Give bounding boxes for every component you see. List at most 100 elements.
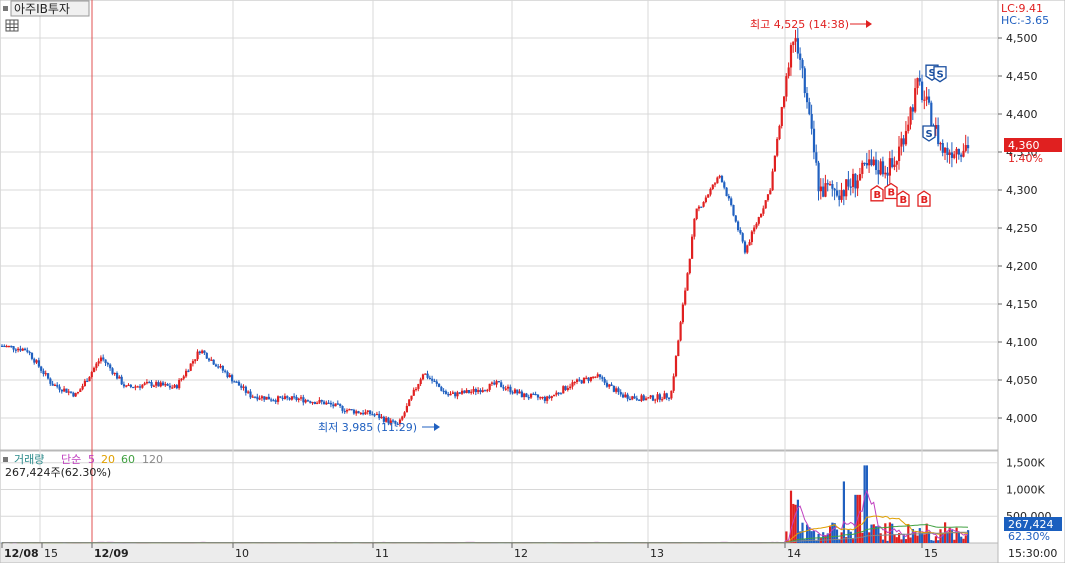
legend-ma20: 20 xyxy=(101,453,115,466)
candle-body xyxy=(904,131,908,145)
buy-signal-icon[interactable]: B xyxy=(896,190,910,207)
candle-body xyxy=(628,398,632,401)
volume-bar xyxy=(957,532,960,543)
candle-body xyxy=(532,393,535,395)
volume-tick-label: 1,000K xyxy=(1006,483,1045,496)
candle-body xyxy=(847,179,850,187)
candle-body xyxy=(594,376,597,378)
sell-signal-icon[interactable]: S xyxy=(933,66,947,83)
candle-body xyxy=(251,396,254,398)
candle-body xyxy=(927,96,931,103)
volume-collapse-icon[interactable] xyxy=(3,457,8,462)
candle-body xyxy=(274,400,277,402)
sell-signal-icon[interactable]: S xyxy=(922,125,936,142)
candle-body xyxy=(500,382,503,388)
candle-body xyxy=(587,377,590,381)
volume-bar xyxy=(939,529,942,543)
candle-body xyxy=(281,397,284,399)
candle-body xyxy=(865,162,868,166)
candle-body xyxy=(219,365,222,368)
candle-body xyxy=(668,397,671,399)
candle-body xyxy=(578,379,581,381)
volume-bar xyxy=(923,534,926,543)
candle-body xyxy=(817,162,820,192)
candle-body xyxy=(242,386,245,388)
candle-body xyxy=(472,388,475,392)
candle-body xyxy=(240,385,243,388)
buy-signal-icon[interactable]: B xyxy=(917,190,931,207)
volume-bar xyxy=(852,539,855,543)
candle-body xyxy=(730,198,733,206)
candle-body xyxy=(33,358,36,363)
candle-body xyxy=(838,195,841,200)
high-label: 최고 4,525 (14:38) xyxy=(750,18,849,31)
candle-body xyxy=(118,376,121,379)
candle-body xyxy=(95,363,98,368)
candle-body xyxy=(875,159,878,170)
candle-body xyxy=(626,394,629,399)
volume-bar xyxy=(872,524,875,543)
candle-body xyxy=(854,173,857,189)
candle-body xyxy=(764,200,767,209)
candle-body xyxy=(569,386,572,389)
hc-label: HC:-3.65 xyxy=(1001,14,1049,27)
candle-body xyxy=(256,396,259,400)
x-tick-label: 12/09 xyxy=(94,547,129,560)
candle-body xyxy=(136,386,139,388)
candle-body xyxy=(808,102,811,114)
candle-body xyxy=(794,38,797,42)
candle-body xyxy=(421,374,425,380)
buy-signal-icon[interactable]: B xyxy=(870,185,884,202)
candle-body xyxy=(543,396,546,401)
change-percent: 1.40% xyxy=(1008,152,1043,165)
candle-body xyxy=(911,107,914,112)
candle-body xyxy=(205,352,208,359)
candle-body xyxy=(921,81,924,101)
volume-bar xyxy=(921,532,924,543)
candle-body xyxy=(341,406,344,411)
candle-body xyxy=(647,397,650,399)
candle-body xyxy=(686,273,689,291)
candle-body xyxy=(520,391,523,398)
table-icon[interactable] xyxy=(5,19,19,32)
candle-body xyxy=(831,183,834,189)
candle-body xyxy=(493,382,496,385)
candle-body xyxy=(428,377,431,380)
candle-body xyxy=(513,389,517,393)
candle-body xyxy=(870,159,873,166)
candle-body xyxy=(56,384,59,387)
candle-body xyxy=(76,392,80,394)
candle-body xyxy=(608,384,611,387)
candle-body xyxy=(743,241,747,253)
buy-signal-icon[interactable]: B xyxy=(884,182,898,200)
candle-body xyxy=(375,413,379,416)
candle-body xyxy=(877,169,880,175)
candle-body xyxy=(14,349,17,351)
x-tick-label: 13 xyxy=(650,547,664,560)
candle-body xyxy=(325,402,328,405)
collapse-icon[interactable] xyxy=(3,6,8,11)
signal-label: B xyxy=(888,188,896,199)
candle-body xyxy=(295,397,298,400)
candle-body xyxy=(461,390,464,394)
candle-body xyxy=(585,377,588,379)
candle-body xyxy=(26,350,29,352)
candle-body xyxy=(490,382,494,384)
candle-body xyxy=(70,391,73,393)
candle-body xyxy=(237,381,241,386)
x-tick-label: 12/08 xyxy=(4,547,39,560)
candle-body xyxy=(221,365,224,371)
candle-body xyxy=(81,385,84,390)
candle-body xyxy=(440,386,443,391)
candle-body xyxy=(166,384,169,386)
stock-chart[interactable]: S SSBB BB 아주IB투자 LC:9.41 HC:-3.65 4,5004,4… xyxy=(0,0,1065,563)
candle-body xyxy=(47,373,50,379)
candle-body xyxy=(900,138,903,147)
candle-body xyxy=(178,379,181,389)
candle-body xyxy=(955,148,958,155)
price-tick-label: 4,100 xyxy=(1006,336,1038,349)
candle-body xyxy=(415,388,418,391)
candle-body xyxy=(208,358,211,361)
candle-body xyxy=(444,391,448,394)
candle-body xyxy=(582,377,586,384)
